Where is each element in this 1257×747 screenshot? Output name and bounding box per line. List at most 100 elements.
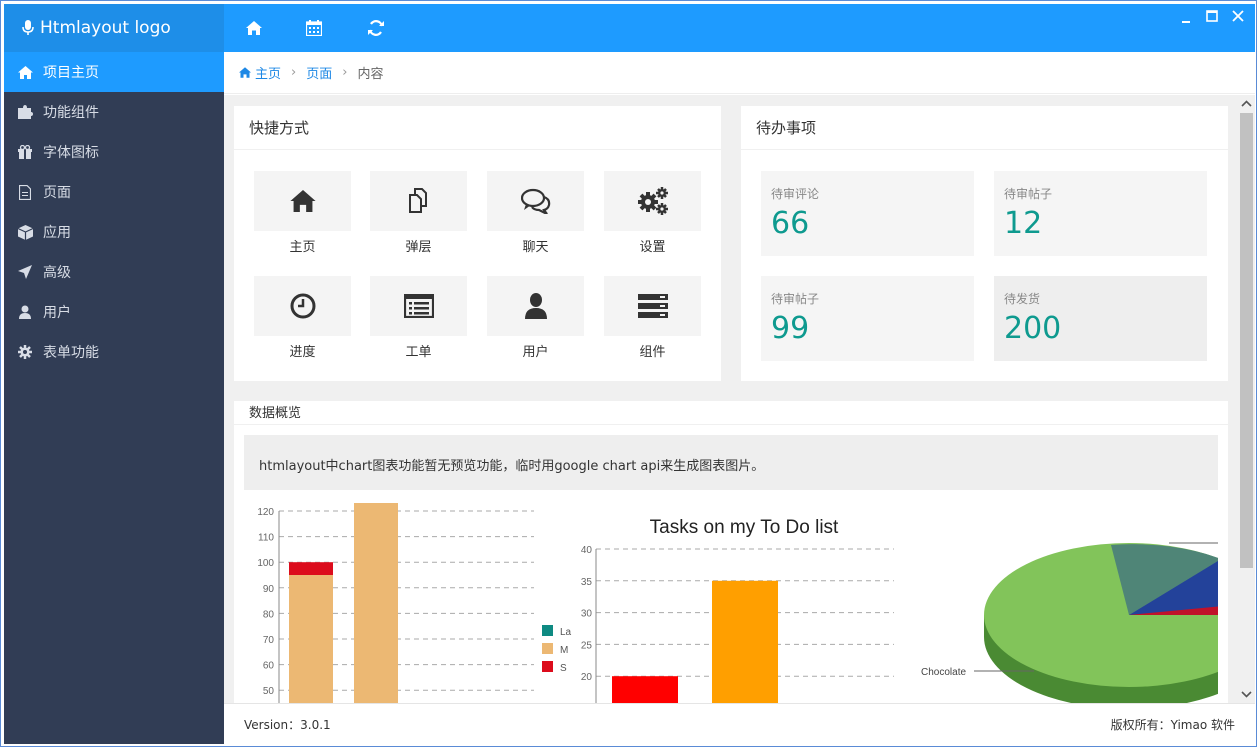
logo-text: Htmlayout logo [40,18,171,38]
breadcrumb-separator: › [342,65,348,80]
sidebar-item-label: 页面 [43,185,71,201]
copyright-text: 版权所有：Yimao 软件 [1110,717,1235,732]
top-toolbar [224,4,1255,52]
vertical-scrollbar[interactable] [1238,95,1255,703]
close-icon [1232,10,1244,22]
gift-icon [17,144,33,160]
sidebar-item-components[interactable]: 功能组件 [4,92,224,132]
home-icon [239,67,251,78]
logo[interactable]: Htmlayout logo [4,4,224,52]
server-icon [637,294,668,318]
breadcrumb-current: 内容 [357,67,384,82]
copy-icon [408,188,427,213]
y-tick-label: 50 [263,686,275,697]
shortcut-label: 弹层 [405,240,432,255]
breadcrumb-home-link[interactable]: 主页 [255,63,281,82]
todo-value: 66 [771,206,810,241]
sidebar-item-advanced[interactable]: 高级 [4,252,224,292]
breadcrumb-page-link[interactable]: 页面 [306,63,332,82]
user-icon [17,304,33,320]
sidebar-item-apps[interactable]: 应用 [4,212,224,252]
sidebar-item-label: 用户 [43,305,71,321]
todo-value: 99 [771,311,810,346]
shortcut-chat[interactable] [487,171,584,231]
shortcut-components[interactable] [604,276,701,336]
send-icon [17,264,33,280]
calendar-icon [306,20,322,36]
pie-label: Chocolate [921,667,966,678]
scroll-thumb[interactable] [1240,113,1253,568]
bar [712,580,778,703]
footer: Version：3.0.1 版权所有：Yimao 软件 [224,703,1255,744]
sidebar-item-label: 项目主页 [43,65,99,81]
todo-label: 待审帖子 [1004,187,1053,201]
todo-label: 待审评论 [771,187,820,201]
shortcuts-panel: 快捷方式 主页 弹层 聊天 设置 进度 工单 用户 组件 [234,106,721,381]
microphone-icon [22,20,34,35]
calendar-button[interactable] [284,4,344,52]
sidebar-item-icons[interactable]: 字体图标 [4,132,224,172]
pie-chart: Chocolate [921,542,1218,703]
bar-m [289,575,333,703]
legend-swatch [542,643,553,654]
y-tick-label: 110 [258,533,274,544]
file-icon [17,184,33,200]
cube-icon [17,224,33,240]
breadcrumb-separator: › [291,65,297,80]
home-button[interactable] [224,4,284,52]
legend-label: M [560,645,568,656]
gear-icon [17,344,33,360]
sidebar-item-label: 高级 [43,265,71,281]
sidebar-item-pages[interactable]: 页面 [4,172,224,212]
shortcut-home[interactable] [254,171,351,231]
maximize-button[interactable] [1206,10,1220,24]
sidebar-item-label: 功能组件 [43,105,99,121]
shortcut-settings[interactable] [604,171,701,231]
legend-swatch [542,661,553,672]
shortcut-ticket[interactable] [370,276,467,336]
sidebar-item-home[interactable]: 项目主页 [4,52,224,92]
home-icon [289,190,316,212]
version-text: Version：3.0.1 [244,717,331,732]
todo-card[interactable]: 待审帖子 99 [761,276,974,361]
y-tick-label: 90 [263,584,275,595]
todo-panel: 待办事项 待审评论 66 待审帖子 12 待审帖子 99 待发货 200 [741,106,1228,381]
chart-title: Tasks on my To Do list [650,517,839,538]
y-tick-label: 35 [581,577,593,588]
sidebar: Htmlayout logo 项目主页 功能组件 字体图标 页面 应用 高级 用… [4,4,224,744]
home-icon [246,21,262,35]
shortcut-label: 用户 [522,345,549,360]
refresh-button[interactable] [346,4,406,52]
notice-box: htmlayout中chart图表功能暂无预览功能，临时用google char… [244,435,1218,490]
maximize-icon [1206,10,1218,22]
minimize-button[interactable] [1180,10,1194,24]
clock-icon [290,293,315,319]
panel-title: 数据概览 [234,401,1228,425]
todo-card[interactable]: 待发货 200 [994,276,1207,361]
scroll-up-icon[interactable] [1238,97,1255,111]
close-button[interactable] [1232,10,1246,24]
sidebar-item-label: 字体图标 [43,145,99,161]
chat-icon [520,188,550,214]
y-tick-label: 25 [581,640,593,651]
main-content: 快捷方式 主页 弹层 聊天 设置 进度 工单 用户 组件 待办事项 待审评论 6… [224,95,1238,703]
sidebar-item-forms[interactable]: 表单功能 [4,332,224,372]
bar [612,676,678,703]
shortcut-progress[interactable] [254,276,351,336]
y-tick-label: 60 [263,661,275,672]
breadcrumb: 主页 › 页面 › 内容 [224,52,1255,94]
home-icon [17,64,33,80]
todo-card[interactable]: 待审评论 66 [761,171,974,256]
app-window: Htmlayout logo 项目主页 功能组件 字体图标 页面 应用 高级 用… [0,0,1257,747]
bar-m [354,503,398,703]
scroll-down-icon[interactable] [1238,687,1255,701]
shortcut-user[interactable] [487,276,584,336]
sidebar-item-users[interactable]: 用户 [4,292,224,332]
todo-card[interactable]: 待审帖子 12 [994,171,1207,256]
shortcut-label: 进度 [289,345,316,360]
shortcut-layer[interactable] [370,171,467,231]
puzzle-icon [17,104,33,120]
y-tick-label: 70 [263,635,275,646]
y-tick-label: 20 [581,672,593,683]
legend-label: S [560,663,567,674]
